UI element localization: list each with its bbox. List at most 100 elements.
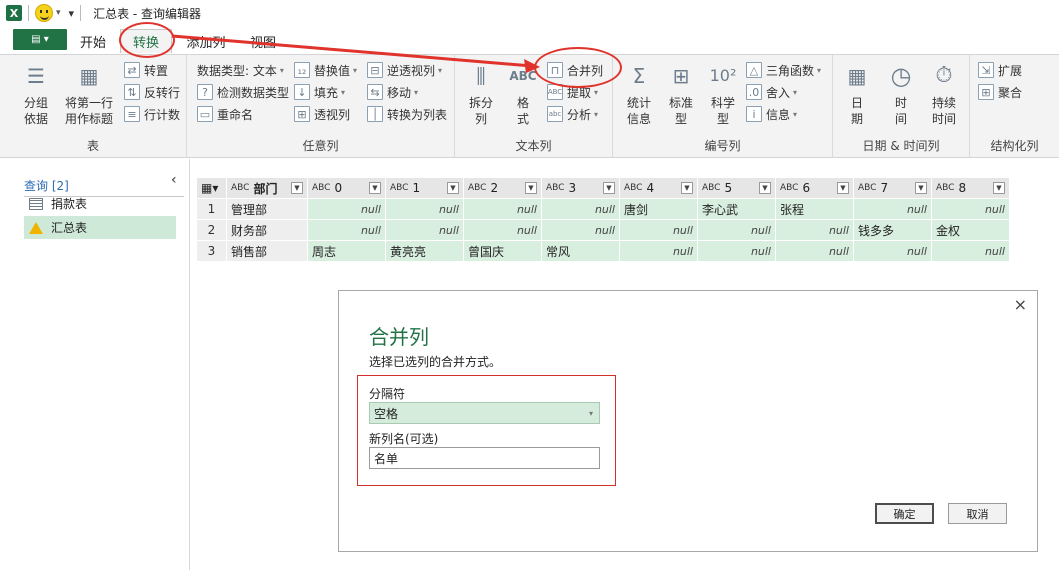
time-button[interactable]: ◷ 时 间 <box>883 61 919 127</box>
table-cell[interactable]: null <box>853 240 932 262</box>
text-type-icon[interactable]: ABC <box>390 183 408 193</box>
parse-button[interactable]: abc 分析 ▾ <box>547 104 598 124</box>
table-cell[interactable]: 唐剑 <box>619 198 698 220</box>
text-type-icon[interactable]: ABC <box>780 183 798 193</box>
table-cell[interactable]: null <box>931 240 1010 262</box>
table-cell[interactable]: 张程 <box>775 198 854 220</box>
filter-dropdown-icon[interactable]: ▼ <box>603 182 615 194</box>
fill-button[interactable]: ↓ 填充 ▾ <box>294 82 345 102</box>
scientific-button[interactable]: 10² 科学 型 <box>705 61 741 127</box>
date-button[interactable]: ▦ 日 期 <box>839 61 875 127</box>
detect-data-type-button[interactable]: ? 检测数据类型 <box>197 82 289 102</box>
table-cell[interactable]: 周志 <box>307 240 386 262</box>
table-cell[interactable]: 金权 <box>931 219 1010 241</box>
text-type-icon[interactable]: ABC <box>624 183 642 193</box>
aggregate-button[interactable]: ⊞ 聚合 <box>978 82 1022 102</box>
column-header-6[interactable]: ABC 5 ▼ <box>697 177 776 199</box>
filter-dropdown-icon[interactable]: ▼ <box>369 182 381 194</box>
column-header-3[interactable]: ABC 2 ▼ <box>463 177 542 199</box>
reverse-rows-button[interactable]: ⇅ 反转行 <box>124 82 180 102</box>
trigonometry-button[interactable]: △ 三角函数 ▾ <box>746 60 821 80</box>
table-cell[interactable]: null <box>619 240 698 262</box>
table-cell[interactable]: 管理部 <box>226 198 308 220</box>
filter-dropdown-icon[interactable]: ▼ <box>759 182 771 194</box>
table-cell[interactable]: null <box>385 219 464 241</box>
quick-access-more-button[interactable]: ▾ <box>69 7 75 20</box>
filter-dropdown-icon[interactable]: ▼ <box>291 182 303 194</box>
close-icon[interactable]: × <box>1014 295 1027 314</box>
table-cell[interactable]: null <box>307 198 386 220</box>
collapse-pane-icon[interactable]: ‹ <box>171 172 177 188</box>
data-type-dropdown[interactable]: 数据类型: 文本 ▾ <box>197 60 284 80</box>
column-header-0[interactable]: ABC 部门 ▼ <box>226 177 308 199</box>
table-cell[interactable]: null <box>463 219 542 241</box>
text-type-icon[interactable]: ABC <box>468 183 486 193</box>
table-cell[interactable]: 财务部 <box>226 219 308 241</box>
rename-button[interactable]: ▭ 重命名 <box>197 104 253 124</box>
query-item-summary[interactable]: 汇总表 <box>24 216 176 239</box>
move-button[interactable]: ⇆ 移动 ▾ <box>367 82 418 102</box>
table-cell[interactable]: null <box>541 219 620 241</box>
table-cell[interactable]: null <box>697 240 776 262</box>
column-header-2[interactable]: ABC 1 ▼ <box>385 177 464 199</box>
filter-dropdown-icon[interactable]: ▼ <box>681 182 693 194</box>
unpivot-columns-button[interactable]: ⊟ 逆透视列 ▾ <box>367 60 442 80</box>
column-header-4[interactable]: ABC 3 ▼ <box>541 177 620 199</box>
tab-view[interactable]: 视图 <box>240 29 286 53</box>
text-type-icon[interactable]: ABC <box>312 183 330 193</box>
table-cell[interactable]: null <box>619 219 698 241</box>
table-cell[interactable]: 曾国庆 <box>463 240 542 262</box>
column-header-1[interactable]: ABC 0 ▼ <box>307 177 386 199</box>
statistics-button[interactable]: Σ 统计 信息 <box>621 61 657 127</box>
table-cell[interactable]: null <box>697 219 776 241</box>
table-cell[interactable]: null <box>463 198 542 220</box>
table-cell[interactable]: 李心武 <box>697 198 776 220</box>
filter-dropdown-icon[interactable]: ▼ <box>837 182 849 194</box>
query-item-donations[interactable]: 捐款表 <box>24 192 176 215</box>
column-header-5[interactable]: ABC 4 ▼ <box>619 177 698 199</box>
text-type-icon[interactable]: ABC <box>702 183 720 193</box>
table-cell[interactable]: 钱多多 <box>853 219 932 241</box>
excel-icon[interactable]: X <box>6 5 22 21</box>
row-number[interactable]: 1 <box>196 198 227 220</box>
text-type-icon[interactable]: ABC <box>231 183 249 193</box>
table-cell[interactable]: null <box>853 198 932 220</box>
text-type-icon[interactable]: ABC <box>936 183 954 193</box>
tab-home[interactable]: 开始 <box>70 29 116 53</box>
rounding-button[interactable]: .0 舍入 ▾ <box>746 82 797 102</box>
tab-add-column[interactable]: 添加列 <box>178 29 234 53</box>
chevron-down-icon[interactable]: ▾ <box>56 8 61 18</box>
filter-dropdown-icon[interactable]: ▼ <box>447 182 459 194</box>
filter-dropdown-icon[interactable]: ▼ <box>993 182 1005 194</box>
column-header-8[interactable]: ABC 7 ▼ <box>853 177 932 199</box>
table-cell[interactable]: null <box>931 198 1010 220</box>
table-cell[interactable]: 常风 <box>541 240 620 262</box>
group-by-button[interactable]: ☰ 分组 依据 <box>16 61 56 127</box>
row-number[interactable]: 2 <box>196 219 227 241</box>
count-rows-button[interactable]: ≡ 行计数 <box>124 104 180 124</box>
expand-button[interactable]: ⇲ 扩展 <box>978 60 1022 80</box>
file-menu-button[interactable]: ▤ ▾ <box>13 29 67 50</box>
use-first-row-as-headers-button[interactable]: ▦ 将第一行 用作标题 <box>58 61 120 127</box>
transpose-button[interactable]: ⇄ 转置 <box>124 60 168 80</box>
smiley-feedback-icon[interactable] <box>35 4 53 22</box>
standard-button[interactable]: ⊞ 标准 型 <box>663 61 699 127</box>
duration-button[interactable]: ⏱ 持续 时间 <box>925 61 963 127</box>
pivot-column-button[interactable]: ⊞ 透视列 <box>294 104 350 124</box>
filter-dropdown-icon[interactable]: ▼ <box>915 182 927 194</box>
text-type-icon[interactable]: ABC <box>858 183 876 193</box>
table-cell[interactable]: null <box>385 198 464 220</box>
column-header-9[interactable]: ABC 8 ▼ <box>931 177 1010 199</box>
table-cell[interactable]: null <box>307 219 386 241</box>
convert-to-list-button[interactable]: │ 转换为列表 <box>367 104 447 124</box>
table-cell[interactable]: null <box>541 198 620 220</box>
information-button[interactable]: i 信息 ▾ <box>746 104 797 124</box>
filter-dropdown-icon[interactable]: ▼ <box>525 182 537 194</box>
table-cell[interactable]: 黄亮亮 <box>385 240 464 262</box>
ok-button[interactable]: 确定 <box>875 503 934 524</box>
table-cell[interactable]: null <box>775 219 854 241</box>
split-column-button[interactable]: ⫼ 拆分 列 <box>463 61 499 127</box>
grid-corner-menu[interactable]: ▦▾ <box>196 177 227 199</box>
replace-values-button[interactable]: ₁₂ 替换值 ▾ <box>294 60 357 80</box>
table-cell[interactable]: 销售部 <box>226 240 308 262</box>
